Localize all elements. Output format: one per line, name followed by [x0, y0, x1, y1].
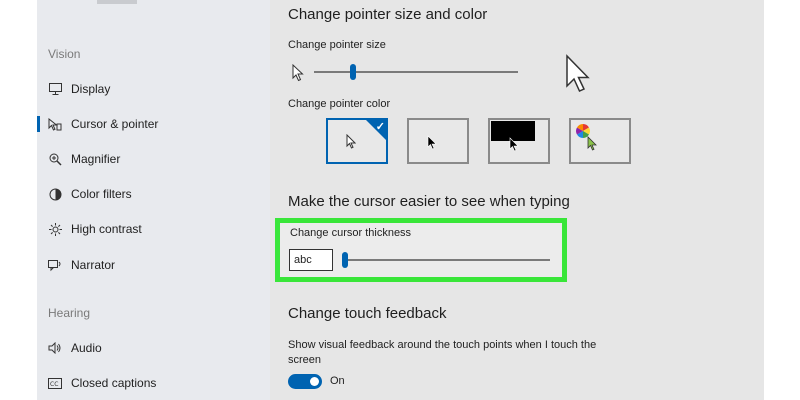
magnifier-icon [48, 152, 62, 166]
pointer-color-label: Change pointer color [288, 98, 391, 110]
section-hearing-header: Hearing [48, 306, 91, 320]
large-pointer-icon [565, 54, 591, 99]
cursor-preview-text: abc [294, 254, 312, 266]
sidebar-item-magnifier[interactable]: Magnifier [37, 145, 270, 173]
sidebar-scroll-remnant [97, 0, 137, 4]
sidebar-item-label: Color filters [71, 187, 132, 201]
main-content: Change pointer size and color Change poi… [270, 0, 764, 400]
sidebar-item-label: Cursor & pointer [71, 117, 159, 131]
sidebar-item-label: Narrator [71, 258, 116, 272]
sidebar-item-high-contrast[interactable]: High contrast [37, 215, 270, 243]
cursor-thickness-slider-track[interactable] [346, 259, 550, 261]
cursor-pointer-icon [48, 117, 62, 131]
sidebar-item-label: Closed captions [71, 376, 157, 390]
pointer-color-custom-option[interactable] [569, 118, 631, 164]
cursor-easier-heading: Make the cursor easier to see when typin… [288, 193, 570, 210]
inverted-pointer-icon [509, 137, 519, 157]
sidebar-item-display[interactable]: Display [37, 75, 270, 103]
sidebar: Vision Display Cursor & pointer Magnifie… [37, 0, 270, 400]
checkmark-icon: ✓ [375, 121, 385, 133]
small-pointer-icon [292, 63, 304, 87]
pointer-size-slider-thumb[interactable] [350, 64, 356, 80]
cursor-preview-box: abc [289, 249, 333, 271]
sidebar-item-label: High contrast [71, 222, 142, 236]
sidebar-item-narrator[interactable]: Narrator [37, 251, 270, 279]
high-contrast-icon [48, 222, 62, 236]
pointer-color-inverted-option[interactable] [488, 118, 550, 164]
touch-feedback-heading: Change touch feedback [288, 305, 447, 322]
closed-captions-icon: CC [48, 376, 62, 390]
touch-feedback-description: Show visual feedback around the touch po… [288, 339, 597, 366]
sidebar-item-audio[interactable]: Audio [37, 334, 270, 362]
color-filters-icon [48, 187, 62, 201]
pointer-size-label: Change pointer size [288, 39, 386, 51]
pointer-color-white-option[interactable]: ✓ [326, 118, 388, 164]
cursor-thickness-label: Change cursor thickness [290, 227, 412, 239]
settings-window: Vision Display Cursor & pointer Magnifie… [37, 0, 764, 400]
sidebar-item-closed-captions[interactable]: CC Closed captions [37, 369, 270, 397]
svg-text:CC: CC [50, 381, 58, 388]
sidebar-item-label: Display [71, 82, 111, 96]
black-pointer-icon [427, 135, 437, 155]
pointer-size-color-heading: Change pointer size and color [288, 6, 488, 23]
section-vision-header: Vision [48, 47, 81, 61]
pointer-color-black-option[interactable] [407, 118, 469, 164]
display-icon [48, 82, 62, 96]
cursor-thickness-slider-thumb[interactable] [342, 252, 348, 268]
pointer-size-slider-track[interactable] [314, 71, 518, 73]
touch-feedback-toggle[interactable] [288, 374, 322, 389]
narrator-icon [48, 258, 62, 272]
sidebar-item-label: Audio [71, 341, 102, 355]
white-pointer-icon [346, 133, 357, 154]
sidebar-item-cursor-pointer[interactable]: Cursor & pointer [37, 110, 270, 138]
green-pointer-icon [587, 136, 597, 156]
sidebar-item-color-filters[interactable]: Color filters [37, 180, 270, 208]
cursor-thickness-highlight: Change cursor thickness abc [275, 218, 567, 282]
touch-feedback-toggle-state: On [330, 375, 345, 387]
audio-icon [48, 341, 62, 355]
sidebar-item-label: Magnifier [71, 152, 121, 166]
